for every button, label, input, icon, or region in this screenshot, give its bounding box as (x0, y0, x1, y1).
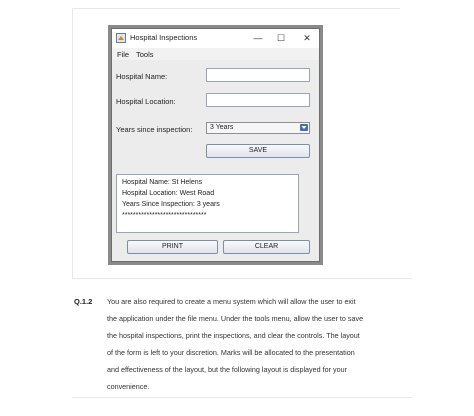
menu-bar: File Tools (112, 48, 319, 60)
window-title: Hospital Inspections (130, 33, 198, 42)
output-line: ******************************* (122, 212, 207, 219)
paragraph-line: convenience. (107, 382, 150, 391)
menu-file[interactable]: File (117, 50, 129, 59)
output-line: Years Since Inspection: 3 years (122, 201, 220, 208)
table-line-mid (72, 278, 412, 279)
paragraph-line: of the form is left to your discretion. … (107, 348, 355, 357)
print-button[interactable]: PRINT (127, 240, 218, 254)
save-button[interactable]: SAVE (206, 144, 310, 158)
output-line: Hospital Location: West Road (122, 190, 215, 197)
years-selected-value: 3 Years (210, 124, 234, 131)
hospital-location-field[interactable] (206, 93, 310, 107)
years-select[interactable]: 3 Years (206, 122, 310, 134)
title-bar: Hospital Inspections — ☐ ✕ (112, 29, 319, 48)
years-label: Years since inspection: (116, 125, 193, 134)
table-line-top (72, 8, 400, 9)
java-app-icon (116, 33, 126, 43)
output-line: Hospital Name: St Helens (122, 179, 203, 186)
table-line-bottom (72, 397, 412, 398)
paragraph-line: the application under the file menu. Und… (107, 314, 364, 323)
paragraph-line: You are also required to create a menu s… (107, 297, 356, 306)
hospital-name-field[interactable] (206, 68, 310, 82)
table-line-left (72, 8, 73, 278)
output-text-area[interactable]: Hospital Name: St Helens Hospital Locati… (116, 174, 299, 233)
paragraph-line: and effectiveness of the layout, but the… (107, 365, 347, 374)
clear-button[interactable]: CLEAR (223, 240, 310, 254)
paragraph-line: the hospital inspections, print the insp… (107, 331, 360, 340)
question-number: Q.1.2 (74, 297, 93, 306)
close-icon[interactable]: ✕ (298, 31, 316, 45)
menu-tools[interactable]: Tools (136, 50, 154, 59)
hospital-location-label: Hospital Location: (116, 97, 176, 106)
minimize-icon[interactable]: — (249, 31, 267, 45)
hospital-name-label: Hospital Name: (116, 72, 168, 81)
chevron-down-icon[interactable] (300, 124, 308, 131)
maximize-icon[interactable]: ☐ (272, 31, 290, 45)
app-window: Hospital Inspections — ☐ ✕ File Tools Ho… (111, 28, 320, 262)
